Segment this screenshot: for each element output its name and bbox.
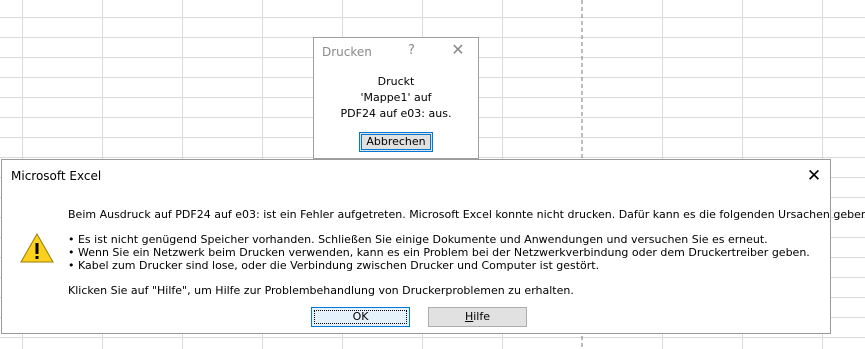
cancel-button[interactable]: Abbrechen (359, 132, 433, 152)
cause-item: • Wenn Sie ein Netzwerk beim Drucken ver… (68, 246, 810, 259)
cause-item: • Es ist nicht genügend Speicher vorhand… (68, 233, 768, 246)
ok-button[interactable]: OK (311, 307, 410, 327)
error-intro: Beim Ausdruck auf PDF24 auf e03: ist ein… (68, 208, 865, 221)
print-dialog-title: Drucken (322, 45, 372, 59)
warning-icon (20, 233, 54, 263)
help-accelerator: H (464, 310, 474, 323)
close-icon[interactable]: ✕ (449, 41, 467, 59)
error-message: Beim Ausdruck auf PDF24 auf e03: ist ein… (68, 208, 865, 297)
help-label: ilfe (473, 310, 491, 323)
help-hint: Klicken Sie auf "Hilfe", um Hilfe zur Pr… (68, 284, 574, 297)
cause-item: • Kabel zum Drucker sind lose, oder die … (68, 259, 600, 272)
print-status-line: Druckt (377, 75, 415, 88)
help-button[interactable]: Hilfe (428, 307, 527, 327)
print-status-line: 'Mappe1' auf (360, 91, 432, 104)
error-dialog: Microsoft Excel ✕ Beim Ausdruck auf PDF2… (1, 159, 865, 334)
help-icon[interactable]: ? (408, 43, 415, 58)
close-icon[interactable]: ✕ (803, 165, 825, 187)
print-status-message: Druckt 'Mappe1' auf PDF24 auf e03: aus. (314, 74, 478, 122)
print-progress-dialog: Drucken ? ✕ Druckt 'Mappe1' auf PDF24 au… (313, 37, 479, 159)
print-status-line: PDF24 auf e03: aus. (340, 107, 452, 120)
dialog-title: Microsoft Excel (11, 169, 102, 183)
focus-rect (314, 310, 407, 324)
